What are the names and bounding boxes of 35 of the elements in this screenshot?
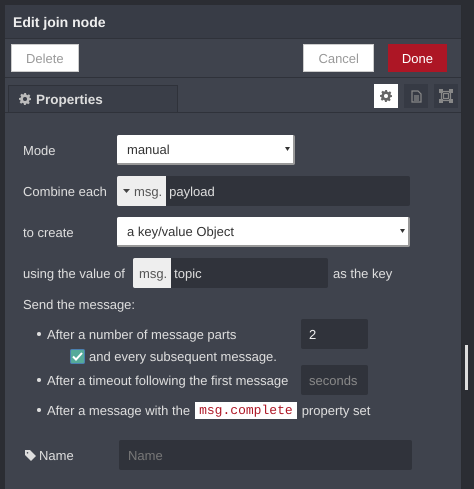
caret-icon — [400, 229, 405, 233]
caret-icon — [123, 189, 130, 193]
rule-text: property set — [302, 402, 370, 418]
dialog-title: Edit join node — [13, 14, 106, 30]
gear-tab-button[interactable] — [374, 84, 398, 108]
rule-text: After a timeout following the first message — [47, 372, 290, 388]
frame-icon — [439, 89, 453, 103]
caret-icon — [285, 147, 290, 151]
document-icon — [410, 90, 422, 102]
output-select[interactable]: a key/value Object — [117, 217, 410, 247]
code-snippet: msg.complete — [195, 402, 297, 418]
checkbox[interactable] — [70, 348, 85, 364]
key-field[interactable]: msg. topic — [133, 258, 328, 288]
mode-select[interactable]: manual — [117, 135, 295, 165]
checkbox-label: and every subsequent message. — [89, 348, 277, 364]
document-tab-button[interactable] — [404, 84, 428, 108]
count-field[interactable]: 2 — [301, 319, 368, 349]
field-label: Combine each — [23, 184, 108, 198]
field-label: Mode — [23, 142, 57, 158]
done-button[interactable]: Done — [388, 44, 447, 72]
field-label: to create — [23, 224, 75, 240]
gear-icon — [19, 93, 31, 105]
properties-tab[interactable]: Properties — [8, 85, 178, 112]
tag-icon — [25, 450, 36, 460]
section-heading: Send the message: — [23, 297, 136, 312]
rule-text: After a message with the — [47, 402, 190, 418]
field-label: using the value of — [23, 266, 126, 280]
field-label: Name — [39, 448, 74, 462]
property-field[interactable]: msg. payload — [117, 176, 410, 206]
timeout-field[interactable]: seconds — [301, 365, 368, 395]
rule-text: After a number of message parts — [47, 326, 238, 342]
scrollbar[interactable] — [465, 345, 468, 390]
frame-tab-button[interactable] — [434, 84, 458, 108]
field-label: as the key — [333, 266, 392, 280]
gear-icon — [380, 90, 392, 102]
